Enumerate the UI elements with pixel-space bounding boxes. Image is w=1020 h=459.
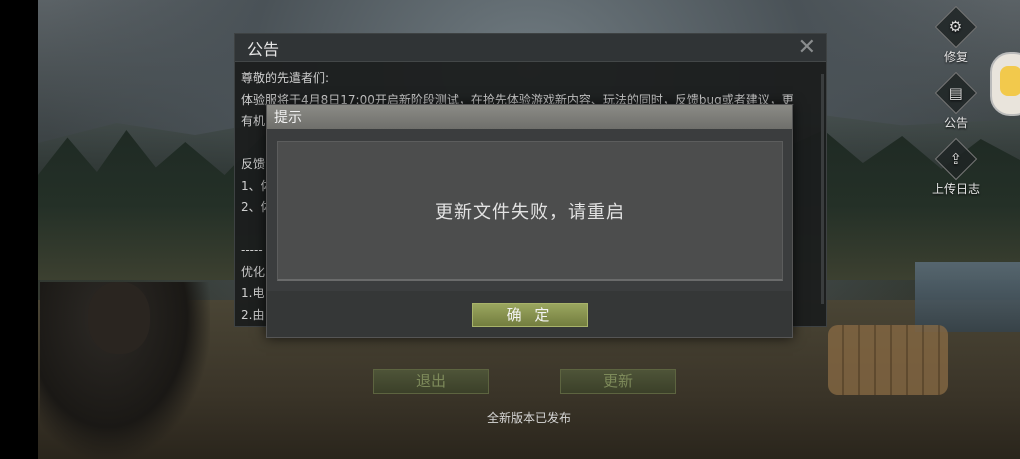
alert-dialog: 提示 更新文件失败，请重启 确 定 xyxy=(266,104,793,338)
dialog-message-box: 更新文件失败，请重启 xyxy=(277,141,783,281)
confirm-button[interactable]: 确 定 xyxy=(472,303,588,327)
dialog-message: 更新文件失败，请重启 xyxy=(435,201,625,223)
dialog-title: 提示 xyxy=(267,105,792,129)
